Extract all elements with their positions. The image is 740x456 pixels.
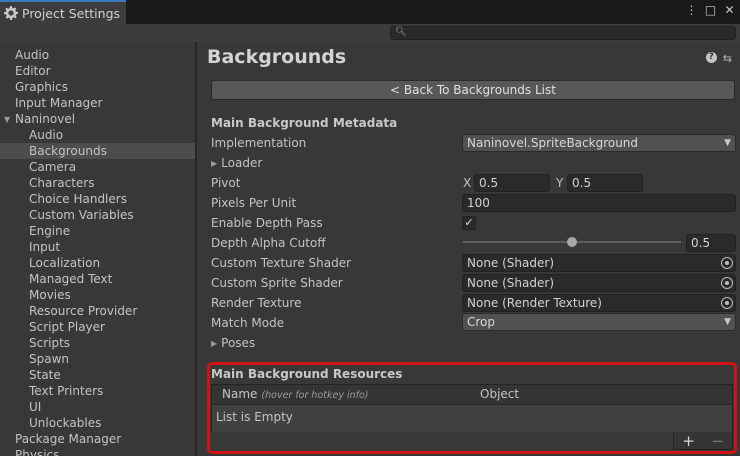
sprite-shader-label: Custom Sprite Shader [211,276,343,290]
match-mode-value: Crop [467,315,496,329]
sidebar-item-localization[interactable]: Localization [0,255,195,271]
pixels-per-unit-label: Pixels Per Unit [211,196,297,210]
remove-item-button[interactable]: − [711,432,724,450]
object-picker-icon[interactable] [721,277,733,289]
sprite-shader-value: None (Shader) [467,276,554,290]
add-item-button[interactable]: + [682,432,695,450]
resources-list-footer: + − [673,432,733,450]
loader-foldout[interactable]: Loader [211,154,262,172]
implementation-value: Naninovel.SpriteBackground [467,136,639,150]
page-title: Backgrounds [207,46,347,68]
texture-shader-label: Custom Texture Shader [211,256,352,270]
close-icon[interactable]: ✕ [723,3,736,17]
sidebar-item-movies[interactable]: Movies [0,287,195,303]
sidebar-item-graphics[interactable]: Graphics [0,79,195,95]
sidebar-item-package-manager[interactable]: Package Manager [0,431,195,447]
tab-project-settings[interactable]: Project Settings [0,0,126,24]
render-texture-field[interactable]: None (Render Texture) [462,294,736,312]
sidebar-item-backgrounds[interactable]: Backgrounds [0,143,195,159]
sidebar-item-naninovel[interactable]: Naninovel [0,111,195,127]
gear-icon [4,6,18,20]
help-icon[interactable]: ? [705,52,717,63]
depth-alpha-cutoff-label: Depth Alpha Cutoff [211,236,326,250]
tab-title: Project Settings [22,5,121,21]
back-to-list-button[interactable]: < Back To Backgrounds List [211,80,735,100]
chevron-down-icon: ▼ [724,317,731,327]
more-options-icon[interactable]: ⋮ [685,3,698,17]
render-texture-label: Render Texture [211,296,302,310]
sidebar-item-scripts[interactable]: Scripts [0,335,195,351]
sidebar-item-unlockables[interactable]: Unlockables [0,415,195,431]
settings-sidebar: Audio Editor Graphics Input Manager Nani… [0,42,196,456]
search-input[interactable]: 🔍︎ [390,26,736,40]
texture-shader-field[interactable]: None (Shader) [462,254,736,272]
hotkey-hint: (hover for hotkey info) [261,390,369,401]
pivot-x-label: X [463,176,472,190]
sidebar-item-audio[interactable]: Audio [0,47,195,63]
search-icon: 🔍︎ [395,27,407,37]
implementation-dropdown[interactable]: Naninovel.SpriteBackground ▼ [462,134,736,152]
sidebar-item-characters[interactable]: Characters [0,175,195,191]
sidebar-item-custom-variables[interactable]: Custom Variables [0,207,195,223]
pivot-y-field[interactable]: 0.5 [567,174,643,192]
sidebar-item-input-manager[interactable]: Input Manager [0,95,195,111]
pivot-y-label: Y [556,176,564,190]
sidebar-item-resource-provider[interactable]: Resource Provider [0,303,195,319]
metadata-section-header: Main Background Metadata [211,116,398,130]
sidebar-item-spawn[interactable]: Spawn [0,351,195,367]
sidebar-item-managed-text[interactable]: Managed Text [0,271,195,287]
sidebar-item-physics[interactable]: Physics [0,447,195,456]
object-picker-icon[interactable] [721,257,733,269]
texture-shader-value: None (Shader) [467,256,554,270]
empty-list-text: List is Empty [216,410,293,424]
window-controls: ⋮ □ ✕ [685,3,736,17]
pivot-x-field[interactable]: 0.5 [474,174,550,192]
sidebar-item-engine[interactable]: Engine [0,223,195,239]
object-picker-icon[interactable] [721,297,733,309]
depth-pass-label: Enable Depth Pass [211,216,323,230]
object-column-header: Object [480,387,520,401]
title-bar: Project Settings ⋮ □ ✕ [0,0,740,24]
depth-pass-checkbox[interactable]: ✓ [462,216,476,230]
resources-section-header: Main Background Resources [211,367,403,381]
sidebar-item-script-player[interactable]: Script Player [0,319,195,335]
depth-alpha-cutoff-field[interactable]: 0.5 [686,234,736,252]
name-column-header: Name (hover for hotkey info) [222,387,369,401]
settings-main-panel: Backgrounds ? ⇆ < Back To Backgrounds Li… [197,42,740,456]
sprite-shader-field[interactable]: None (Shader) [462,274,736,292]
poses-foldout[interactable]: Poses [211,334,255,352]
maximize-icon[interactable]: □ [704,3,717,17]
search-row: 🔍︎ [0,24,740,42]
sidebar-item-choice-handlers[interactable]: Choice Handlers [0,191,195,207]
name-column-label: Name [222,387,258,401]
resources-list-header: Name (hover for hotkey info) Object [212,385,732,405]
sidebar-item-input[interactable]: Input [0,239,195,255]
pixels-per-unit-field[interactable]: 100 [462,194,736,212]
resources-highlight-box: Main Background Resources Name (hover for… [207,362,737,454]
match-mode-dropdown[interactable]: Crop ▼ [462,313,736,331]
implementation-label: Implementation [211,136,307,150]
sidebar-item-ui[interactable]: UI [0,399,195,415]
pivot-label: Pivot [211,176,241,190]
sidebar-item-text-printers[interactable]: Text Printers [0,383,195,399]
chevron-down-icon: ▼ [724,138,731,148]
depth-alpha-slider-handle[interactable] [567,237,577,247]
preset-settings-icon[interactable]: ⇆ [723,52,732,65]
sidebar-item-camera[interactable]: Camera [0,159,195,175]
sidebar-item-editor[interactable]: Editor [0,63,195,79]
sidebar-item-state[interactable]: State [0,367,195,383]
resources-list: Name (hover for hotkey info) Object List … [211,384,733,432]
resources-list-body: List is Empty [212,405,732,432]
match-mode-label: Match Mode [211,316,285,330]
header-icons: ? ⇆ [705,52,732,65]
sidebar-item-naninovel-audio[interactable]: Audio [0,127,195,143]
render-texture-value: None (Render Texture) [467,296,602,310]
